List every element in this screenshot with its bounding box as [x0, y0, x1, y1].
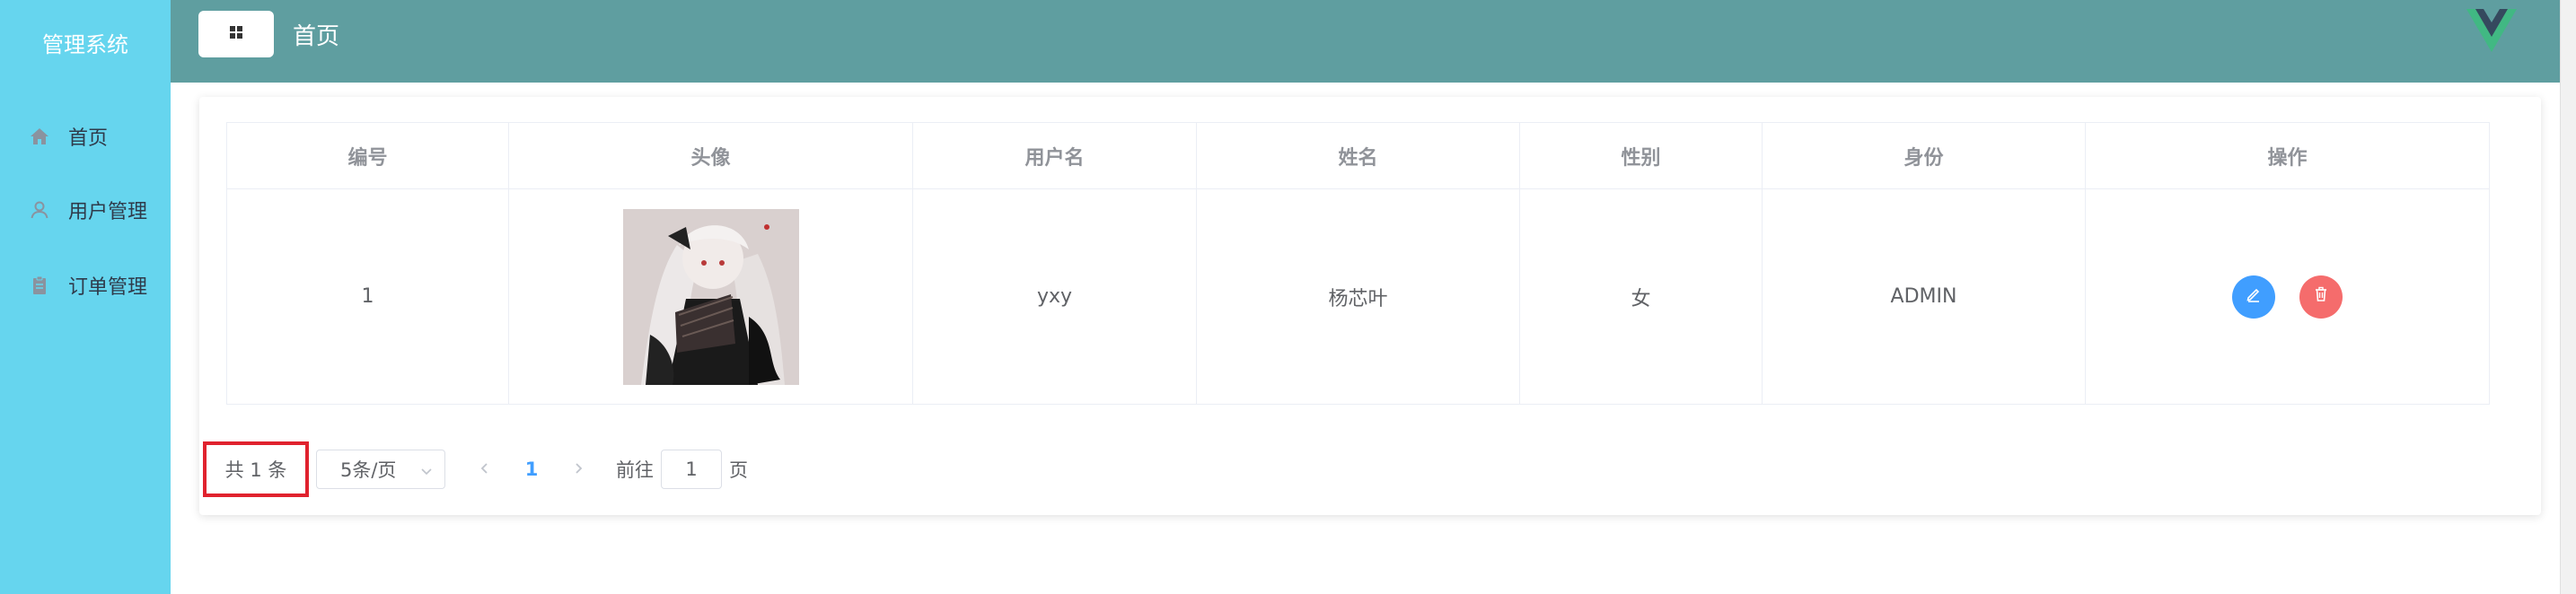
app-root: 管理系统 首页 用户管理 订单管理 首页 编号 头像 用户名 姓名 性别 身份 …: [0, 0, 2576, 594]
sidebar-item-home[interactable]: 首页: [27, 118, 108, 154]
chevron-left-icon: [478, 459, 492, 480]
home-icon: [27, 124, 52, 149]
goto-suffix: 页: [729, 459, 748, 481]
column-header-username: 用户名: [912, 122, 1197, 189]
user-icon: [27, 197, 52, 223]
pagination: 共 1 条 5条/页 1 前往 页: [203, 440, 748, 499]
cell-avatar: [508, 188, 913, 405]
page-size-value: 5条/页: [340, 459, 397, 481]
app-title: 管理系统: [42, 32, 128, 57]
trash-icon: [2312, 285, 2330, 309]
user-table: 编号 头像 用户名 姓名 性别 身份 操作 1 yxy 杨芯叶 女 ADMIN: [226, 122, 2490, 405]
cell-name: 杨芯叶: [1196, 188, 1520, 405]
sidebar-item-label: 用户管理: [68, 201, 148, 223]
sidebar-item-user-management[interactable]: 用户管理: [27, 192, 147, 228]
vue-logo-icon: [2465, 7, 2519, 52]
menu-toggle-button[interactable]: [198, 11, 274, 57]
content-card: 编号 头像 用户名 姓名 性别 身份 操作 1 yxy 杨芯叶 女 ADMIN …: [199, 97, 2541, 515]
pagination-total: 共 1 条: [203, 441, 309, 497]
goto-label: 前往: [616, 459, 654, 481]
table-row: 1 yxy 杨芯叶 女 ADMIN: [226, 188, 2490, 405]
sidebar-item-label: 首页: [68, 127, 109, 150]
sidebar-item-label: 订单管理: [68, 276, 148, 299]
top-header: 首页: [171, 0, 2576, 83]
column-header-actions: 操作: [2085, 122, 2490, 189]
delete-button[interactable]: [2299, 275, 2343, 319]
cell-gender: 女: [1519, 188, 1763, 405]
page-scrollbar[interactable]: [2560, 0, 2576, 594]
chevron-down-icon: [419, 461, 434, 476]
avatar: [622, 208, 799, 385]
edit-button[interactable]: [2232, 275, 2275, 319]
grid-icon: [227, 23, 245, 45]
page-number-current[interactable]: 1: [503, 459, 560, 480]
clipboard-icon: [27, 273, 52, 298]
sidebar-item-order-management[interactable]: 订单管理: [27, 267, 147, 303]
column-header-gender: 性别: [1519, 122, 1763, 189]
table-header-row: 编号 头像 用户名 姓名 性别 身份 操作: [226, 122, 2490, 189]
page-size-select[interactable]: 5条/页: [316, 450, 445, 489]
column-header-name: 姓名: [1196, 122, 1520, 189]
breadcrumb: 首页: [293, 23, 340, 50]
cell-username: yxy: [912, 188, 1197, 405]
column-header-id: 编号: [226, 122, 509, 189]
column-header-avatar: 头像: [508, 122, 913, 189]
chevron-right-icon: [571, 459, 585, 480]
next-page-button[interactable]: [560, 450, 596, 489]
cell-role: ADMIN: [1762, 188, 2086, 405]
column-header-role: 身份: [1762, 122, 2086, 189]
sidebar: 管理系统 首页 用户管理 订单管理: [0, 0, 171, 594]
cell-actions: [2085, 188, 2490, 405]
goto-page-input[interactable]: [661, 450, 722, 489]
cell-id: 1: [226, 188, 509, 405]
prev-page-button[interactable]: [467, 450, 503, 489]
edit-icon: [2245, 285, 2263, 309]
